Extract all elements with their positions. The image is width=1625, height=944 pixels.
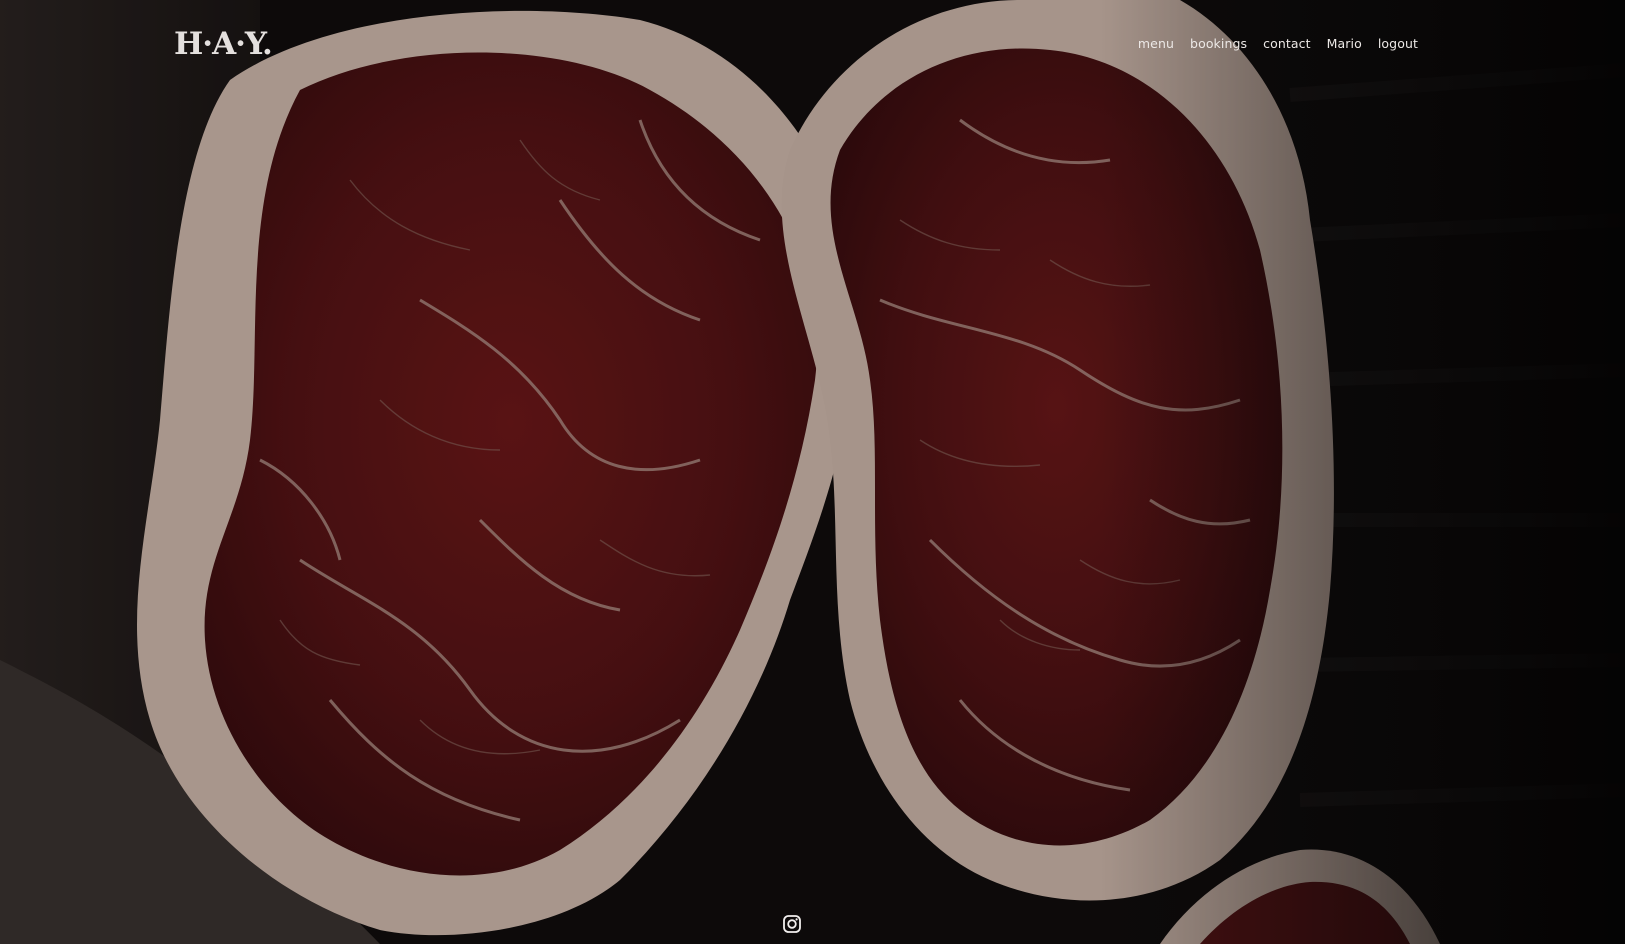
main-nav: menu bookings contact Mario logout (1138, 36, 1418, 51)
nav-item-bookings[interactable]: bookings (1190, 36, 1247, 51)
nav-item-logout[interactable]: logout (1378, 36, 1418, 51)
nav-item-user[interactable]: Mario (1327, 36, 1362, 51)
page: H·A·Y. menu bookings contact Mario logou… (0, 0, 1625, 944)
instagram-link[interactable] (782, 914, 802, 934)
hero-steak-image (0, 0, 1625, 944)
site-logo[interactable]: H·A·Y. (174, 26, 273, 62)
nav-item-menu[interactable]: menu (1138, 36, 1174, 51)
instagram-icon (783, 915, 801, 933)
nav-item-contact[interactable]: contact (1263, 36, 1310, 51)
